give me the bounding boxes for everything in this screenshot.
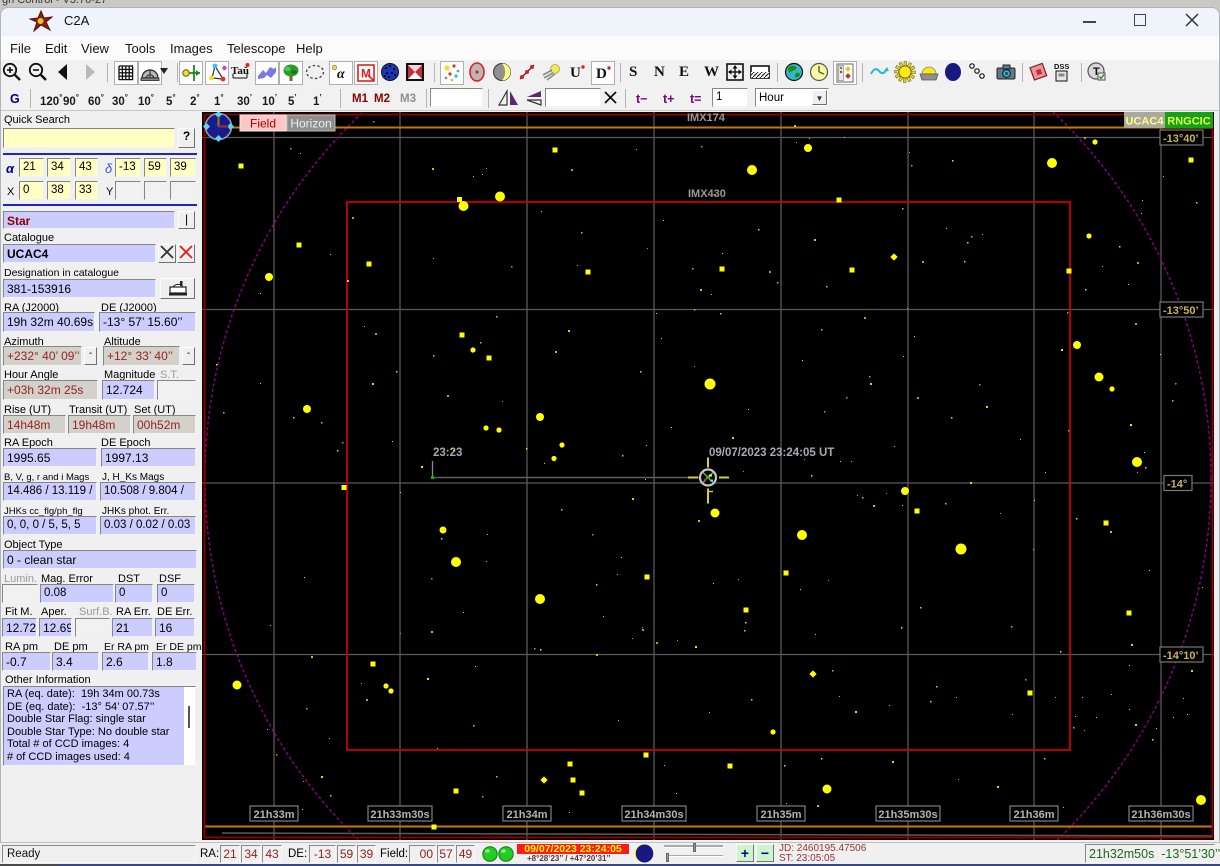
svg-text:21h35m30s: 21h35m30s: [878, 809, 937, 821]
svg-text:IMX430: IMX430: [688, 188, 726, 200]
svg-text:-14°10’: -14°10’: [1163, 650, 1199, 662]
svg-text:21h35m: 21h35m: [761, 809, 802, 821]
svg-text:U: U: [570, 65, 581, 81]
svg-text:D: D: [596, 66, 607, 82]
svg-text:IMX174: IMX174: [687, 112, 726, 124]
svg-text:23:23: 23:23: [433, 447, 462, 459]
svg-text:UCAC4: UCAC4: [1126, 116, 1165, 128]
svg-text:Horizon: Horizon: [290, 117, 331, 131]
svg-text:RNGCIC: RNGCIC: [1167, 116, 1210, 128]
svg-text:-14°: -14°: [1167, 479, 1187, 491]
svg-text:DSS: DSS: [1054, 62, 1069, 71]
svg-text:21h33m: 21h33m: [254, 809, 295, 821]
svg-text:21h34m30s: 21h34m30s: [624, 809, 683, 821]
svg-text:α: α: [337, 67, 345, 82]
svg-text:M: M: [361, 67, 371, 81]
svg-text:-13°40’: -13°40’: [1163, 133, 1199, 145]
svg-text:21h36m30s: 21h36m30s: [1131, 809, 1190, 821]
svg-text:09/07/2023 23:24:05 UT: 09/07/2023 23:24:05 UT: [709, 447, 834, 459]
svg-text:21h33m30s: 21h33m30s: [370, 809, 429, 821]
svg-text:21h34m: 21h34m: [507, 809, 548, 821]
svg-text:-13°50’: -13°50’: [1163, 305, 1199, 317]
svg-text:21h36m: 21h36m: [1014, 809, 1055, 821]
svg-text:Taŭ: Taŭ: [231, 65, 249, 77]
svg-text:Field: Field: [250, 117, 276, 131]
